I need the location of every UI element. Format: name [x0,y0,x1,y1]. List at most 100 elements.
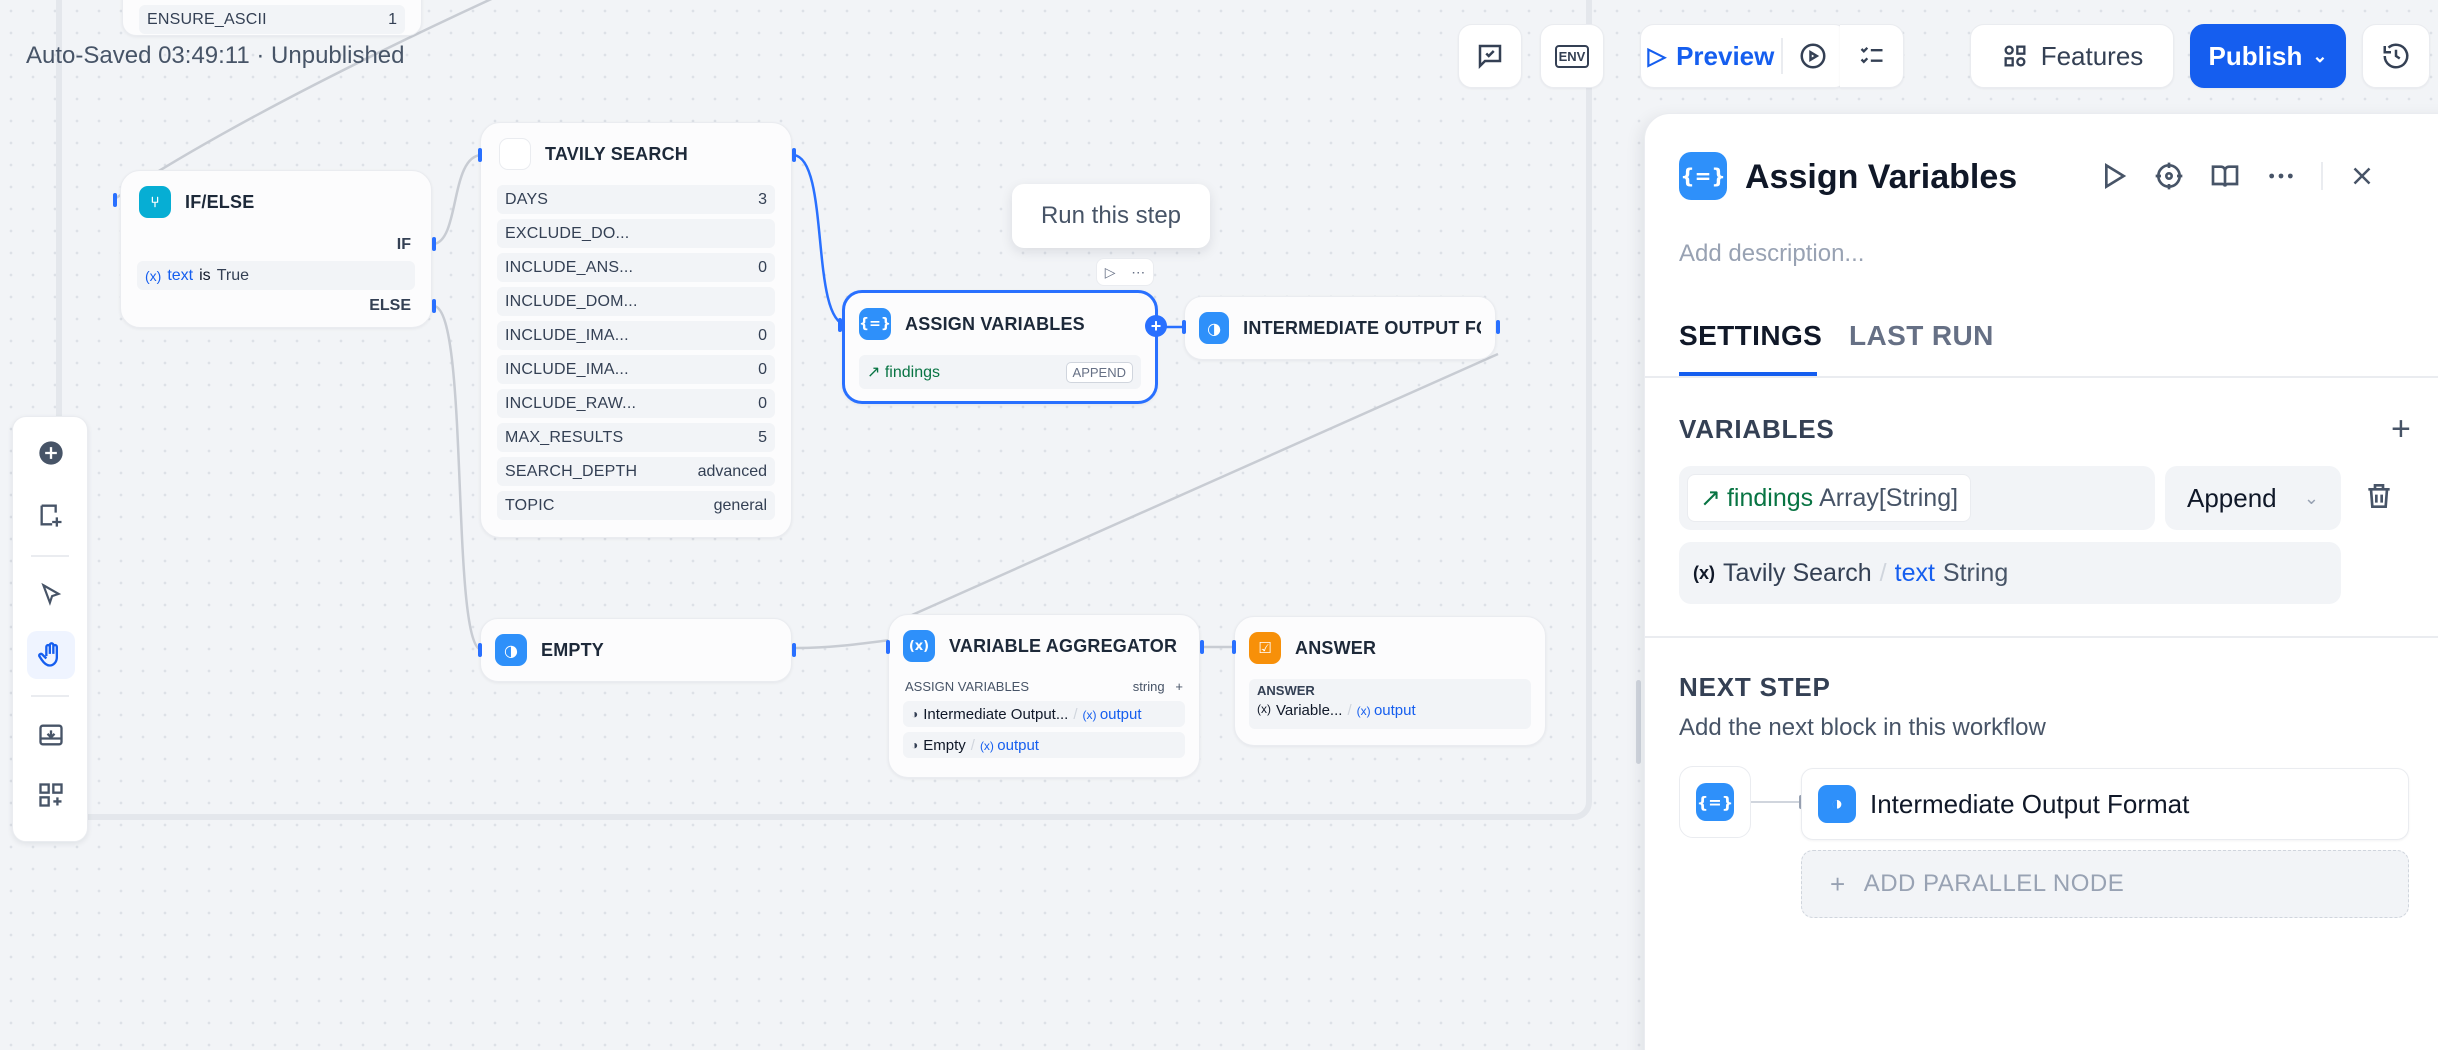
assign-icon: {=} [859,308,891,340]
source-variable-select[interactable]: (x) Tavily Search / text String [1679,542,2341,604]
assign-icon: {=} [1696,783,1734,821]
aggregator-source-handle[interactable] [1200,640,1204,654]
run-history-button[interactable] [1783,41,1843,71]
more-icon[interactable]: ⋯ [1131,264,1145,281]
list-check-icon [1860,47,1882,64]
tavily-search-node[interactable]: TAVILY SEARCH DAYS 3 EXCLUDE_DO... INCLUDE_… [480,122,792,538]
image-export-icon [39,724,63,746]
history-icon [2383,43,2409,69]
output-icon: ◑ [1818,785,1856,823]
grid-add-icon [39,783,63,807]
run-step-tooltip: Run this step [1012,184,1210,248]
operation-select[interactable]: Append ⌄ [2165,466,2341,530]
more-icon[interactable] [2265,160,2297,192]
intermediate-source-handle[interactable] [1496,320,1500,334]
pointer-mode-button[interactable] [27,571,75,619]
run-icon[interactable] [2097,160,2129,192]
add-node-button[interactable] [27,429,75,477]
checklist-button[interactable] [1458,24,1522,88]
empty-source-handle[interactable] [792,643,796,657]
empty-node[interactable]: ◑ EMPTY [480,618,792,682]
tab-last-run[interactable]: LAST RUN [1849,320,1994,352]
chevron-down-icon: ⌄ [2312,45,2328,66]
next-step-title: NEXT STEP [1679,672,1831,702]
if-source-handle[interactable] [432,237,436,251]
aggregator-rows: ◑ Intermediate Output... / (x) output ◑ … [903,701,1185,758]
param-row: SEARCH_DEPTH advanced [497,457,775,486]
empty-target-handle[interactable] [478,643,482,657]
description-input[interactable]: Add description... [1679,240,1864,268]
close-icon[interactable] [2347,161,2377,191]
hand-mode-button[interactable] [27,631,75,679]
node-title: VARIABLE AGGREGATOR [949,635,1178,656]
add-icon[interactable]: + [1175,679,1183,694]
node-title: ANSWER [1295,637,1377,658]
preview-button[interactable]: ▷ Preview [1641,25,1781,87]
cursor-icon [41,582,62,606]
tavily-source-handle[interactable] [792,148,796,162]
answer-node[interactable]: ☑ ANSWER ANSWER (x) Variable... / (x) ou… [1234,616,1546,746]
next-block-item[interactable]: ◑ Intermediate Output Format [1801,768,2409,840]
answer-target-handle[interactable] [1232,640,1236,654]
node-title: IF/ELSE [185,191,255,212]
publish-button[interactable]: Publish ⌄ [2190,24,2346,88]
panel-title[interactable]: Assign Variables [1745,158,2017,197]
variable-pill: ↗ findings Array[String] [1687,474,1972,522]
output-icon: ◑ [1199,312,1230,344]
features-icon [2004,45,2026,67]
add-next-icon[interactable]: + [1145,315,1167,337]
aggregator-target-handle[interactable] [886,640,890,654]
checklist-toggle-button[interactable] [1840,24,1904,88]
array-icon: ↗ [1700,484,1721,512]
add-parallel-node-button[interactable]: + ADD PARALLEL NODE [1801,850,2409,918]
ifelse-node[interactable]: ⑂ IF/ELSE IF (x) text is True ELSE [120,170,432,328]
variable-aggregator-node[interactable]: (x) VARIABLE AGGREGATOR ASSIGN VARIABLES… [888,614,1200,778]
chevron-down-icon: ⌄ [2303,487,2319,508]
variable-icon: (x) [979,738,998,753]
delete-variable-button[interactable] [2363,480,2395,517]
note-icon [40,504,62,527]
param-row: TOPIC general [497,491,775,520]
variable-icon: (x) [1356,704,1374,718]
locate-icon[interactable] [2153,160,2185,192]
plus-icon: + [1830,868,1846,899]
param-row: EXCLUDE_DO... [497,219,775,248]
features-button[interactable]: Features [1970,24,2174,88]
book-icon[interactable] [2209,160,2241,192]
variable-icon: (x) [1082,707,1100,722]
add-variable-icon[interactable]: + [2391,410,2411,449]
node-title: ASSIGN VARIABLES [905,313,1085,334]
history-play-icon [1800,43,1825,69]
node-title: TAVILY SEARCH [545,143,688,164]
param-row: INCLUDE_DOM... [497,287,775,316]
intermediate-target-handle[interactable] [1182,320,1186,334]
add-note-button[interactable] [27,491,75,539]
else-label: ELSE [369,297,411,314]
export-image-button[interactable] [27,711,75,759]
aggregator-group-header: ASSIGN VARIABLES string + [905,679,1183,694]
if-label: IF [396,236,411,253]
else-source-handle[interactable] [432,299,436,313]
intermediate-output-node[interactable]: ◑ INTERMEDIATE OUTPUT FOI [1184,296,1496,360]
trash-icon [2368,484,2390,508]
env-icon: ENV [1554,44,1590,68]
param-row: ENSURE_ASCII 1 [139,5,405,34]
param-row: INCLUDE_IMA... 0 [497,355,775,384]
message-check-icon [1478,44,1502,70]
organize-blocks-button[interactable] [27,771,75,819]
output-icon: ◑ [911,707,919,721]
assigned-variable-select[interactable]: ↗ findings Array[String] [1679,466,2155,530]
assign-target-handle[interactable] [838,318,842,332]
ensure-ascii-node[interactable]: ENSURE_ASCII 1 [122,0,422,36]
variable-icon: (x) [1693,562,1715,583]
env-button[interactable]: ENV [1540,24,1604,88]
panel-resize-handle[interactable] [1636,680,1641,764]
assign-variables-node[interactable]: {=} ASSIGN VARIABLES ↗ findings APPEND [842,290,1158,404]
answer-icon: ☑ [1249,632,1281,664]
run-icon[interactable]: ▷ [1105,264,1116,281]
ifelse-target-handle[interactable] [113,193,117,207]
version-history-button[interactable] [2362,24,2430,88]
condition-row: (x) text is True [137,261,415,290]
tavily-target-handle[interactable] [478,148,482,162]
tab-settings[interactable]: SETTINGS [1679,320,1822,352]
